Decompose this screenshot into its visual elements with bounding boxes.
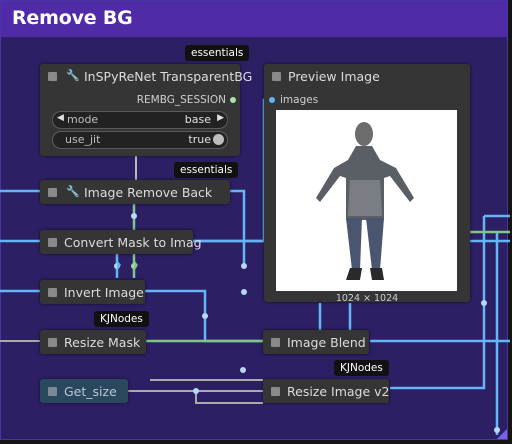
- node-invert-label: Invert Image: [64, 285, 144, 300]
- preview-size-label: 1024 × 1024: [335, 293, 399, 304]
- node-remove-back-label: Image Remove Back: [84, 185, 213, 200]
- collapse-dot-icon[interactable]: [48, 72, 57, 81]
- node-resize-mask[interactable]: Resize Mask: [40, 330, 146, 354]
- preview-image: [276, 110, 457, 291]
- widget-use-jit-value: true: [188, 133, 211, 146]
- wrench-icon: 🔧: [66, 185, 80, 198]
- toggle-knob[interactable]: [213, 134, 224, 145]
- node-inspyrenet-label: InSPyReNet TransparentBG: [84, 69, 253, 84]
- widget-use-jit[interactable]: use_jit true: [52, 131, 228, 149]
- badge-kjnodes-2: KJNodes: [334, 360, 389, 376]
- collapse-dot-icon[interactable]: [48, 288, 57, 297]
- node-resize-mask-title[interactable]: Resize Mask: [40, 330, 146, 356]
- badge-essentials-1: essentials: [185, 45, 250, 61]
- node-convert-mask[interactable]: Convert Mask to Imag: [40, 230, 202, 256]
- input-slot-dot[interactable]: [269, 97, 275, 103]
- node-resize-image-label: Resize Image v2: [287, 384, 390, 399]
- collapse-dot-icon[interactable]: [48, 238, 57, 247]
- node-image-blend-title[interactable]: Image Blend: [263, 330, 369, 356]
- node-preview-title[interactable]: Preview Image: [264, 64, 470, 90]
- node-preview-label: Preview Image: [288, 69, 380, 84]
- wire-getsize-2: [195, 391, 263, 404]
- node-remove-back-title[interactable]: 🔧 Image Remove Back: [40, 180, 230, 206]
- collapse-dot-icon[interactable]: [48, 387, 57, 396]
- collapse-dot-icon[interactable]: [271, 387, 280, 396]
- node-inspyrenet-title[interactable]: 🔧 InSPyReNet TransparentBG: [40, 64, 252, 90]
- collapse-dot-icon[interactable]: [271, 338, 280, 347]
- zombie-figure-icon: [316, 122, 414, 280]
- badge-essentials-2: essentials: [174, 162, 239, 178]
- wrench-icon: 🔧: [66, 69, 80, 82]
- node-get-size[interactable]: Get_size: [40, 379, 128, 403]
- node-invert-image[interactable]: Invert Image: [40, 280, 145, 304]
- workflow-canvas[interactable]: Remove BG 🔧 InSPyReNet TransparentBG REM…: [0, 0, 512, 444]
- widget-mode-label: mode: [67, 113, 99, 126]
- node-image-remove-back[interactable]: 🔧 Image Remove Back: [40, 180, 230, 204]
- input-images[interactable]: images: [280, 94, 318, 106]
- collapse-dot-icon[interactable]: [272, 72, 281, 81]
- node-invert-title[interactable]: Invert Image: [40, 280, 145, 306]
- node-preview-image[interactable]: Preview Image images 1024 × 1024: [264, 64, 470, 304]
- wire-remove-back-down: [229, 189, 246, 265]
- badge-kjnodes-1: KJNodes: [94, 311, 149, 327]
- collapse-dot-icon[interactable]: [48, 188, 57, 197]
- node-resize-image-v2[interactable]: Resize Image v2: [263, 379, 390, 405]
- node-image-blend-label: Image Blend: [287, 335, 366, 350]
- node-convert-mask-label: Convert Mask to Imag: [64, 235, 202, 250]
- node-inspyrenet[interactable]: 🔧 InSPyReNet TransparentBG REMBG_SESSION…: [40, 64, 252, 156]
- widget-use-jit-label: use_jit: [65, 133, 101, 146]
- node-get-size-title[interactable]: Get_size: [40, 379, 128, 405]
- collapse-dot-icon[interactable]: [48, 338, 57, 347]
- output-slot-dot[interactable]: [230, 97, 236, 103]
- node-resize-image-title[interactable]: Resize Image v2: [263, 379, 390, 405]
- widget-mode-value: base: [184, 113, 211, 126]
- node-convert-mask-title[interactable]: Convert Mask to Imag: [40, 230, 202, 256]
- arrow-right-icon[interactable]: ▶: [217, 113, 224, 123]
- node-image-blend[interactable]: Image Blend: [263, 330, 369, 354]
- arrow-left-icon[interactable]: ◀: [57, 113, 64, 123]
- output-rembg-session[interactable]: REMBG_SESSION: [137, 94, 226, 106]
- node-get-size-label: Get_size: [64, 384, 117, 399]
- widget-mode[interactable]: ◀ mode base ▶: [52, 111, 228, 129]
- node-resize-mask-label: Resize Mask: [64, 335, 141, 350]
